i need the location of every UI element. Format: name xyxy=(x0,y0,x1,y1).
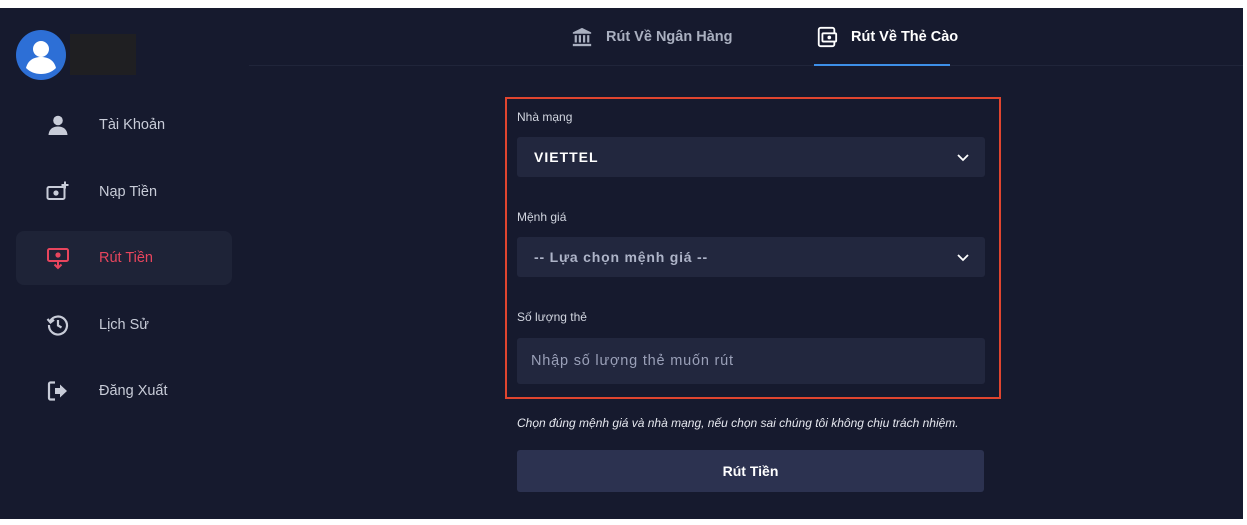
denomination-label: Mệnh giá xyxy=(517,210,567,224)
tab-label: Rút Về Ngân Hàng xyxy=(606,29,733,45)
user-avatar-icon[interactable] xyxy=(16,30,66,80)
tab-card-withdraw[interactable]: Rút Về Thẻ Cào xyxy=(815,8,958,66)
sidebar: Tài Khoản Nạp Tiền Rút Tiền Lịch Sử Đăng… xyxy=(0,8,249,519)
sidebar-item-label: Đăng Xuất xyxy=(99,383,168,399)
carrier-label: Nhà mạng xyxy=(517,110,573,124)
app-window: Tài Khoản Nạp Tiền Rút Tiền Lịch Sử Đăng… xyxy=(0,8,1243,519)
main-content: Rút Về Ngân Hàng Rút Về Thẻ Cào Nhà mạng… xyxy=(249,8,1243,519)
quantity-input[interactable] xyxy=(517,338,985,384)
carrier-select[interactable]: VIETTEL xyxy=(517,137,985,177)
sidebar-item-label: Lịch Sử xyxy=(99,316,150,333)
sidebar-item-withdraw[interactable]: Rút Tiền xyxy=(16,231,232,285)
warning-note: Chọn đúng mệnh giá và nhà mạng, nếu chọn… xyxy=(517,416,959,430)
logout-icon xyxy=(46,379,70,403)
withdraw-tabs: Rút Về Ngân Hàng Rút Về Thẻ Cào xyxy=(249,8,1243,66)
sidebar-item-deposit[interactable]: Nạp Tiền xyxy=(16,165,232,219)
history-icon xyxy=(46,313,70,337)
carrier-value: VIETTEL xyxy=(534,149,599,165)
card-withdraw-icon xyxy=(815,25,839,49)
sidebar-item-account[interactable]: Tài Khoản xyxy=(16,98,232,152)
tab-bank-withdraw[interactable]: Rút Về Ngân Hàng xyxy=(570,8,732,66)
sidebar-item-logout[interactable]: Đăng Xuất xyxy=(16,364,232,418)
denomination-select[interactable]: -- Lựa chọn mệnh giá -- xyxy=(517,237,985,277)
bank-icon xyxy=(570,25,594,49)
chevron-down-icon xyxy=(957,254,969,262)
quantity-label: Số lượng thẻ xyxy=(517,310,587,324)
sidebar-item-label: Tài Khoản xyxy=(99,117,166,133)
tab-label: Rút Về Thẻ Cào xyxy=(851,29,959,45)
username-redacted xyxy=(70,34,136,75)
user-icon xyxy=(46,113,70,137)
sidebar-item-label: Nạp Tiền xyxy=(99,183,158,200)
sidebar-item-history[interactable]: Lịch Sử xyxy=(16,298,232,352)
card-withdraw-form: Nhà mạng VIETTEL Mệnh giá -- Lựa chọn mệ… xyxy=(505,97,1001,399)
withdraw-submit-button[interactable]: Rút Tiền xyxy=(517,450,984,492)
denomination-value: -- Lựa chọn mệnh giá -- xyxy=(534,249,708,265)
sidebar-nav: Tài Khoản Nạp Tiền Rút Tiền Lịch Sử Đăng… xyxy=(16,98,232,431)
sidebar-item-label: Rút Tiền xyxy=(99,250,153,266)
active-tab-indicator xyxy=(814,64,950,66)
chevron-down-icon xyxy=(957,154,969,162)
withdraw-icon xyxy=(46,246,70,270)
cash-plus-icon xyxy=(46,180,70,204)
